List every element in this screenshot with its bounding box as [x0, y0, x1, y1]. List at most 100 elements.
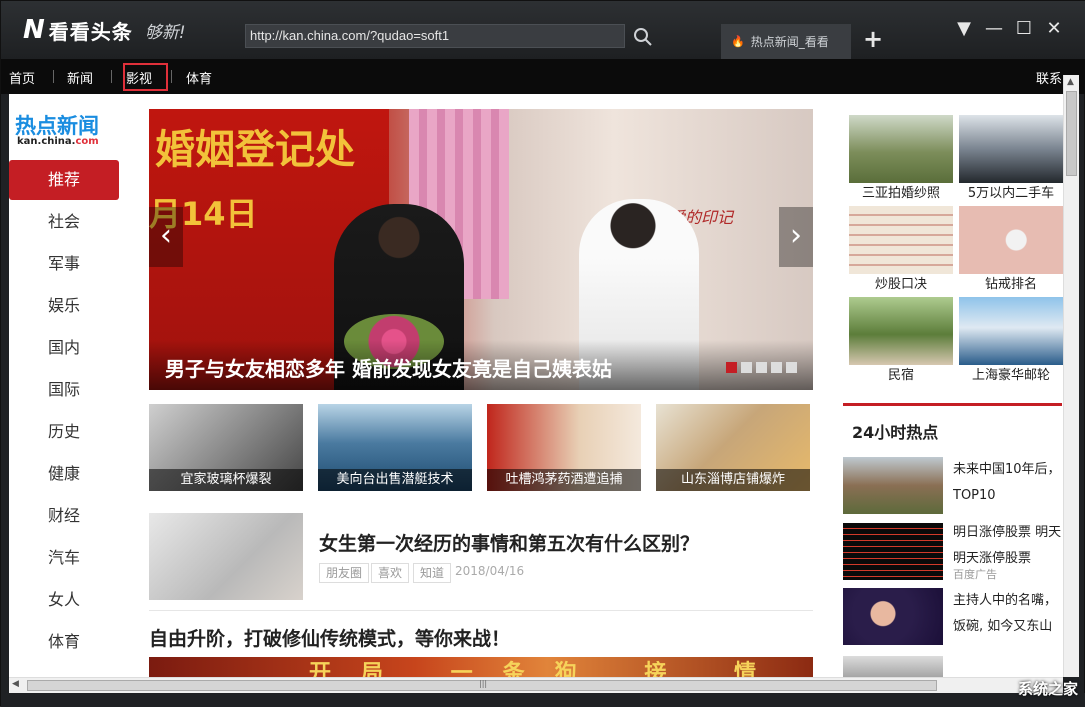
hot-item-title[interactable]: 未来中国10年后， TOP10 — [953, 457, 1063, 509]
carousel-indicators — [726, 362, 797, 373]
sidebar-item-women[interactable]: 女人 — [9, 580, 119, 620]
promo-tile[interactable]: 5万以内二手车 — [959, 115, 1063, 205]
hot-thumbnail[interactable] — [843, 523, 943, 580]
hero-carousel[interactable]: 婚姻登记处 月14日 爱的印记 ‹ › 男子与女友相恋多年 婚前发现女友竟是自己… — [149, 109, 813, 390]
promo-image — [849, 115, 953, 183]
promo-image — [959, 206, 1063, 274]
address-bar[interactable]: http://kan.china.com/?qudao=soft1 — [245, 24, 625, 48]
news-thumb-caption: 宜家玻璃杯爆裂 — [149, 469, 303, 491]
scroll-up-icon[interactable]: ▲ — [1067, 77, 1074, 87]
promo-image — [849, 297, 953, 365]
browser-window: N 看看头条 够新! http://kan.china.com/?qudao=s… — [0, 0, 1085, 707]
sidebar-item-health[interactable]: 健康 — [9, 454, 119, 494]
article-thumbnail[interactable] — [149, 513, 303, 600]
article-title[interactable]: 女生第一次经历的事情和第五次有什么区别？ — [319, 529, 699, 556]
news-thumb[interactable]: 吐槽鸿茅药酒遭追捕 — [487, 404, 641, 491]
carousel-next-button[interactable]: › — [779, 207, 813, 267]
nav-item-news[interactable]: 新闻 — [67, 68, 93, 87]
carousel-dot[interactable] — [756, 362, 767, 373]
new-tab-icon[interactable]: + — [863, 25, 883, 53]
carousel-prev-button[interactable]: ‹ — [149, 207, 183, 267]
carousel-dot[interactable] — [741, 362, 752, 373]
carousel-dot[interactable] — [726, 362, 737, 373]
nav-item-home[interactable]: 首页 — [9, 68, 35, 87]
vertical-scrollbar[interactable]: ▲ — [1063, 75, 1079, 677]
site-domain: kan.china.com — [17, 136, 99, 147]
maximize-icon[interactable]: ☐ — [1014, 19, 1034, 39]
app-name: 看看头条 — [48, 19, 133, 44]
promo-label: 民宿 — [887, 368, 914, 383]
promo-label: 5万以内二手车 — [967, 186, 1055, 201]
close-icon[interactable]: ✕ — [1044, 19, 1064, 39]
sidebar-item-finance[interactable]: 财经 — [9, 496, 119, 536]
app-logo-letter: N — [23, 15, 45, 45]
sidebar-item-history[interactable]: 历史 — [9, 412, 119, 452]
article-tag[interactable]: 喜欢 — [371, 563, 410, 583]
hero-caption[interactable]: 男子与女友相恋多年 婚前发现女友竟是自己姨表姑 — [165, 353, 612, 382]
search-icon[interactable] — [633, 27, 653, 47]
page-content: 热点新闻 kan.china.com 推荐 社会 军事 娱乐 国内 国际 历史 … — [9, 94, 1063, 677]
sidebar: 热点新闻 kan.china.com 推荐 社会 军事 娱乐 国内 国际 历史 … — [9, 94, 127, 677]
sidebar-item-entertainment[interactable]: 娱乐 — [9, 286, 119, 326]
fire-icon: 🔥 — [731, 34, 745, 48]
sidebar-item-international[interactable]: 国际 — [9, 370, 119, 410]
hero-sign-text: 婚姻登记处 — [155, 127, 355, 173]
nav-separator — [53, 70, 54, 83]
promo-tile[interactable]: 民宿 — [849, 297, 953, 387]
hot-item-title[interactable]: 主持人中的名嘴， 饭碗, 如今又东山 — [953, 588, 1063, 640]
article-tag[interactable]: 朋友圈 — [319, 563, 370, 583]
sidebar-item-auto[interactable]: 汽车 — [9, 538, 119, 578]
news-thumb-caption: 吐槽鸿茅药酒遭追捕 — [487, 469, 641, 491]
promo-label: 炒股口决 — [874, 277, 927, 292]
ad-label: 百度广告 — [953, 568, 997, 581]
scroll-left-icon[interactable]: ◀ — [12, 679, 19, 689]
sidebar-item-society[interactable]: 社会 — [9, 202, 119, 242]
promo-image — [849, 206, 953, 274]
horizontal-scrollbar[interactable]: ◀ ||| — [9, 677, 1063, 693]
article-banner-text: 开局 一条狗 接 情 集 令 — [309, 661, 786, 677]
watermark: 系统之家 — [1017, 680, 1078, 698]
window-controls: ▼ — ☐ ✕ — [954, 19, 1064, 39]
promo-tile[interactable]: 三亚拍婚纱照 — [849, 115, 953, 205]
sidebar-item-domestic[interactable]: 国内 — [9, 328, 119, 368]
nav-separator — [111, 70, 112, 83]
nav-item-sports[interactable]: 体育 — [186, 68, 212, 87]
app-slogan: 够新! — [144, 22, 186, 43]
vertical-scroll-thumb[interactable] — [1066, 91, 1077, 176]
news-thumb[interactable]: 美向台出售潜艇技术 — [318, 404, 472, 491]
scroll-grip-icon: ||| — [479, 679, 488, 688]
sidebar-item-recommend[interactable]: 推荐 — [9, 160, 119, 200]
sidebar-item-sports[interactable]: 体育 — [9, 622, 119, 662]
news-thumb[interactable]: 宜家玻璃杯爆裂 — [149, 404, 303, 491]
article-tag[interactable]: 知道 — [413, 563, 452, 583]
news-thumb-caption: 山东淄博店铺爆炸 — [656, 469, 810, 491]
hot-thumbnail[interactable] — [843, 457, 943, 514]
carousel-dot[interactable] — [771, 362, 782, 373]
news-thumb-caption: 美向台出售潜艇技术 — [318, 469, 472, 491]
promo-tile[interactable]: 炒股口决 — [849, 206, 953, 296]
hot-thumbnail[interactable] — [843, 588, 943, 645]
news-thumb[interactable]: 山东淄博店铺爆炸 — [656, 404, 810, 491]
tab-label: 热点新闻_看看 — [750, 34, 829, 49]
app-logo: N 看看头条 够新! — [23, 15, 186, 45]
promo-tile[interactable]: 上海豪华邮轮 — [959, 297, 1063, 387]
sidebar-item-military[interactable]: 军事 — [9, 244, 119, 284]
promo-tile[interactable]: 钻戒排名 — [959, 206, 1063, 296]
hot-item-title[interactable]: 明日涨停股票 明天 明天涨停股票 — [953, 520, 1063, 572]
section-accent-line — [843, 403, 1062, 406]
promo-label: 上海豪华邮轮 — [971, 368, 1050, 383]
browser-tab[interactable]: 🔥 热点新闻_看看 — [721, 24, 851, 59]
promo-image — [959, 115, 1063, 183]
title-bar: N 看看头条 够新! http://kan.china.com/?qudao=s… — [1, 1, 1085, 59]
article-banner[interactable]: 开局 一条狗 接 情 集 令 — [149, 657, 813, 677]
carousel-dot[interactable] — [786, 362, 797, 373]
menu-dropdown-icon[interactable]: ▼ — [954, 19, 974, 39]
promo-label: 三亚拍婚纱照 — [861, 186, 940, 201]
minimize-icon[interactable]: — — [984, 19, 1004, 39]
nav-separator — [171, 70, 172, 83]
hot-thumbnail[interactable] — [843, 656, 943, 677]
article-title[interactable]: 自由升阶，打破修仙传统模式，等你来战！ — [149, 624, 510, 651]
article-date: 2018/04/16 — [455, 564, 525, 578]
promo-label: 钻戒排名 — [984, 277, 1037, 292]
nav-item-contact[interactable]: 联系 — [1036, 68, 1062, 87]
